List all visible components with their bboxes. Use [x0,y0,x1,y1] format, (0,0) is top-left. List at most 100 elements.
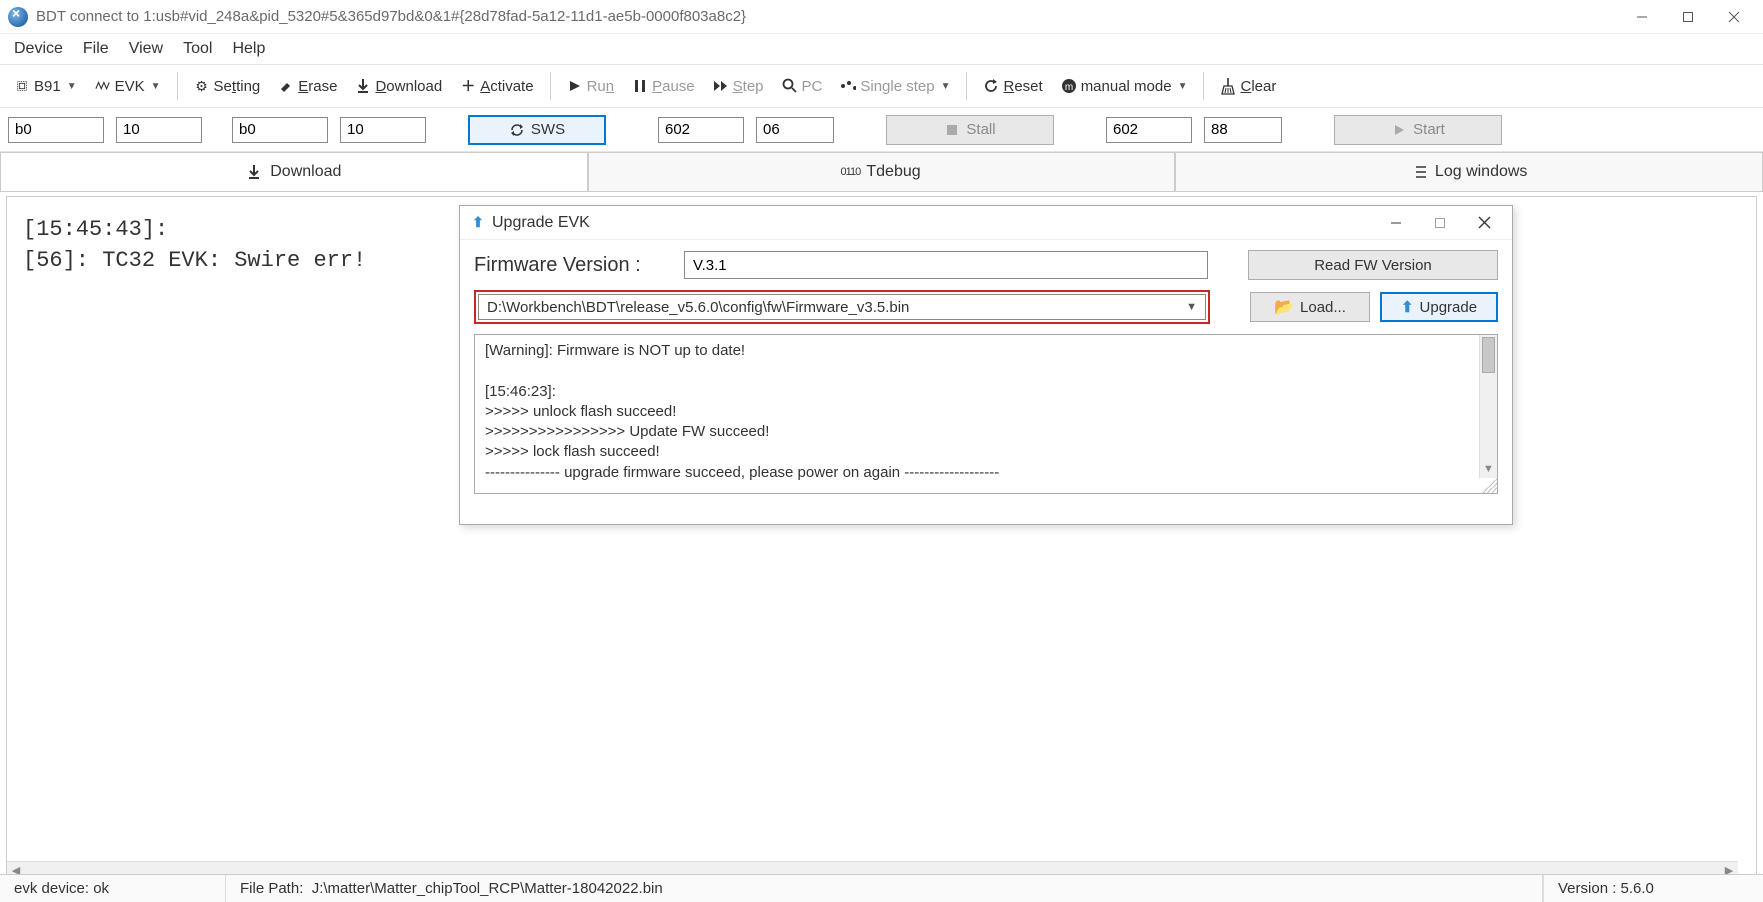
reset-icon [983,78,999,94]
device-status: evk device: ok [0,875,226,902]
pc-button[interactable]: PC [774,74,831,99]
upgrade-evk-dialog: ⬆ Upgrade EVK Firmware Version : [459,205,1513,525]
erase-label: Erase [298,78,337,95]
start-button[interactable]: Start [1334,115,1502,145]
start-label: Start [1413,121,1445,138]
maximize-button[interactable] [1665,2,1711,32]
dialog-title: Upgrade EVK [492,214,590,232]
param-h-input[interactable] [1204,117,1282,143]
menu-view[interactable]: View [121,36,171,62]
stop-icon [944,122,960,138]
param-b-input[interactable] [116,117,202,143]
read-fw-label: Read FW Version [1314,257,1432,274]
dialog-minimize-button[interactable] [1374,209,1418,237]
param-c-input[interactable] [232,117,328,143]
activate-label: Activate [480,78,533,95]
dialog-maximize-button[interactable] [1418,209,1462,237]
menu-file[interactable]: File [75,36,117,62]
main-panel: [15:45:43]: [56]: TC32 EVK: Swire err! ⬆… [6,196,1757,880]
window-title: BDT connect to 1:usb#vid_248a&pid_5320#5… [36,8,746,25]
single-step-label: Single step [860,78,934,95]
run-label: Run [587,78,615,95]
setting-button[interactable]: ⚙ Setting [186,74,269,99]
param-a-input[interactable] [8,117,104,143]
minimize-button[interactable] [1619,2,1665,32]
evk-label: EVK [115,78,145,95]
mode-label: manual mode [1081,78,1172,95]
tab-tdebug-label: Tdebug [866,163,920,181]
tab-download[interactable]: Download [0,152,588,191]
stall-button[interactable]: Stall [886,115,1054,145]
resize-grip[interactable] [1482,478,1497,493]
firmware-version-input[interactable] [684,251,1208,279]
wave-icon [95,78,111,94]
tab-log-label: Log windows [1435,163,1528,181]
window-titlebar: BDT connect to 1:usb#vid_248a&pid_5320#5… [0,0,1763,34]
dialog-log-panel: [Warning]: Firmware is NOT up to date! [… [474,334,1498,494]
setting-label: Setting [214,78,261,95]
menu-tool[interactable]: Tool [175,36,220,62]
file-path-label: File Path: [240,880,303,897]
gear-icon: ⚙ [194,78,210,94]
pc-label: PC [802,78,823,95]
tab-log[interactable]: Log windows [1175,152,1763,191]
download-button[interactable]: Download [347,74,450,99]
step-label: Step [733,78,764,95]
tab-tdebug[interactable]: 0110 Tdebug [588,152,1176,191]
binary-icon: 0110 [842,164,858,180]
arrow-up-icon: ⬆ [1401,298,1414,316]
chevron-down-icon: ▼ [1186,301,1197,313]
clear-label: Clear [1240,78,1276,95]
mode-selector[interactable]: m manual mode ▼ [1053,74,1196,99]
dialog-log-output: [Warning]: Firmware is NOT up to date! [… [475,335,1497,489]
step-button[interactable]: Step [705,74,772,99]
refresh-icon [509,122,525,138]
tab-bar: Download 0110 Tdebug Log windows [0,152,1763,192]
clear-button[interactable]: Clear [1212,74,1284,99]
param-d-input[interactable] [340,117,426,143]
download-label: Download [375,78,442,95]
scroll-down-icon[interactable]: ▼ [1480,460,1497,478]
param-e-input[interactable] [658,117,744,143]
param-f-input[interactable] [756,117,834,143]
erase-button[interactable]: Erase [270,74,345,99]
activate-button[interactable]: ＋ Activate [452,74,541,99]
chip-selector[interactable]: B91 ▼ [6,74,85,99]
eraser-icon [278,78,294,94]
folder-open-icon: 📂 [1274,297,1294,317]
param-g-input[interactable] [1106,117,1192,143]
download-icon [355,78,371,94]
pause-button[interactable]: Pause [624,74,703,99]
plus-icon: ＋ [460,78,476,94]
pause-icon [632,78,648,94]
scrollbar-thumb[interactable] [1482,337,1495,373]
load-button[interactable]: 📂 Load... [1250,292,1370,322]
upgrade-button[interactable]: ⬆ Upgrade [1380,292,1498,322]
read-fw-button[interactable]: Read FW Version [1248,250,1498,280]
toolbar: B91 ▼ EVK ▼ ⚙ Setting Erase Download ＋ A… [0,64,1763,108]
chevron-down-icon: ▼ [67,81,77,92]
single-step-button[interactable]: Single step ▼ [832,74,958,99]
upgrade-label: Upgrade [1420,299,1478,316]
close-button[interactable] [1711,2,1757,32]
sws-button[interactable]: SWS [468,115,606,145]
chip-icon [14,78,30,94]
version-cell: Version : 5.6.0 [1543,875,1763,902]
evk-selector[interactable]: EVK ▼ [87,74,169,99]
dialog-close-button[interactable] [1462,209,1506,237]
chip-label: B91 [34,78,61,95]
menu-help[interactable]: Help [224,36,273,62]
play-icon [1391,122,1407,138]
reset-button[interactable]: Reset [975,74,1050,99]
run-button[interactable]: Run [559,74,623,99]
vertical-scrollbar[interactable]: ▼ [1479,335,1497,478]
firmware-path-highlight: D:\Workbench\BDT\release_v5.6.0\config\f… [474,290,1210,324]
play-icon [567,78,583,94]
firmware-path-combo[interactable]: D:\Workbench\BDT\release_v5.6.0\config\f… [478,294,1206,320]
separator [1203,72,1204,100]
menu-device[interactable]: Device [6,36,71,62]
chevron-down-icon: ▼ [941,81,951,92]
firmware-version-label: Firmware Version : [474,254,674,277]
list-icon [1411,164,1427,180]
separator [550,72,551,100]
